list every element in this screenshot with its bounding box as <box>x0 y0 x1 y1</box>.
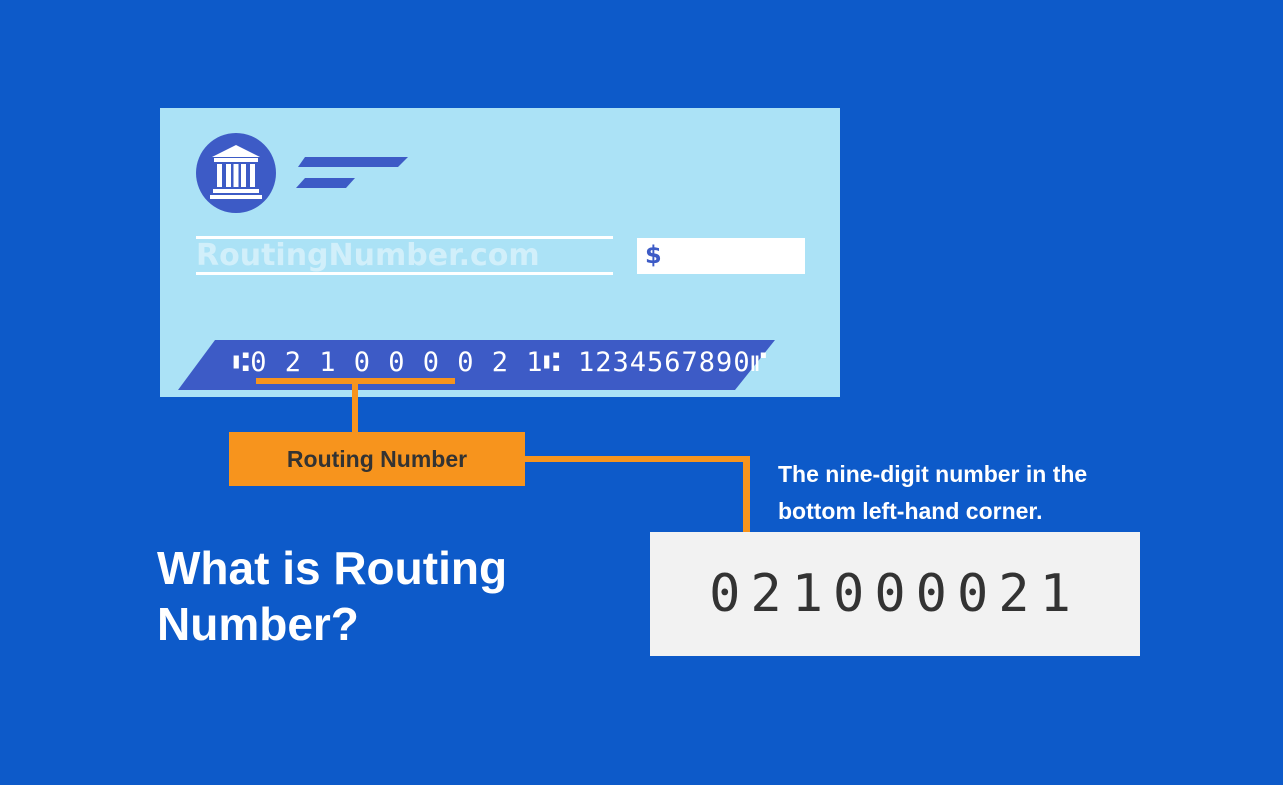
connector-horizontal <box>525 456 750 462</box>
routing-number-label-box: Routing Number <box>229 432 525 486</box>
check-decorations <box>178 157 775 390</box>
name-line-short <box>296 178 355 188</box>
description-line: The nine-digit number in the <box>778 461 1088 487</box>
title-line: What is Routing <box>157 542 508 594</box>
amount-box: $ <box>637 238 805 274</box>
micr-on-us-symbol: ⑈ <box>750 347 768 378</box>
micr-account-number: 1234567890 <box>578 347 751 378</box>
micr-line: ⑆0 2 1 0 0 0 0 2 1⑆ 1234567890⑈ <box>233 347 768 378</box>
micr-separator: ⑆ <box>543 347 579 378</box>
page-title: What is Routing Number? <box>157 540 507 652</box>
description-line: bottom left-hand corner. <box>778 498 1043 524</box>
connector-vertical <box>352 384 358 432</box>
connector-down <box>743 456 750 532</box>
routing-number-display: 021000021 <box>650 532 1140 656</box>
watermark: RoutingNumber.com <box>196 238 540 273</box>
routing-number-label: Routing Number <box>286 445 468 472</box>
dollar-sign: $ <box>645 241 662 269</box>
routing-number-digits: 021000021 <box>709 564 1081 624</box>
micr-transit-symbol: ⑆ <box>233 347 251 378</box>
micr-routing-number: 0 2 1 0 0 0 0 2 1 <box>250 347 544 378</box>
title-line: Number? <box>157 598 359 650</box>
name-line-long <box>298 157 408 167</box>
description: The nine-digit number in the bottom left… <box>778 456 1087 530</box>
